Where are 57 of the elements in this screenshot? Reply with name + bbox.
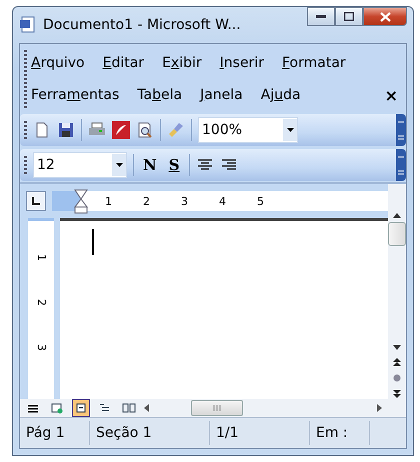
view-button[interactable] [72,399,90,417]
minimize-button[interactable] [307,7,335,26]
ruler-number: 4 [218,194,226,208]
ruler-number: 3 [180,194,188,208]
zoom-dropdown[interactable]: 100% [198,117,298,143]
print-view-icon [74,401,88,415]
menu-item[interactable]: Formatar [282,55,346,71]
menu-item[interactable]: Ferramentas [31,87,120,103]
window-title: Documento1 - Microsoft W... [43,17,241,33]
scroll-down-icon[interactable] [393,345,401,350]
previous-page-icon[interactable] [393,358,401,366]
status-text: Seção 1 [96,425,152,441]
menu-item[interactable]: Editar [102,55,144,71]
tab-stop-button[interactable] [26,191,46,211]
scroll-thumb[interactable] [388,222,406,246]
next-page-icon[interactable] [393,390,401,399]
underline-button[interactable]: S [166,153,183,177]
scroll-left-icon[interactable] [144,404,149,412]
close-icon [380,12,390,22]
menu-item[interactable]: Inserir [220,55,264,71]
minimize-icon [316,14,326,18]
ruler-number: 1 [104,194,112,208]
ruler-number: 2 [34,299,48,306]
horizontal-scroll-thumb[interactable] [191,400,243,416]
font-size-dropdown[interactable]: 12 [33,152,127,178]
close-document-button[interactable]: × [384,86,402,104]
dropdown-arrow-icon [116,163,122,167]
maximize-button[interactable] [335,7,363,26]
web-view-icon [50,401,64,415]
menu-item[interactable]: Tabela [137,87,182,103]
print-preview-icon[interactable] [136,121,154,139]
status-text: Em : [316,425,348,441]
maximize-icon [344,12,354,21]
text-cursor [92,229,94,255]
menu-item[interactable]: Arquivo [31,55,85,71]
ruler-number: 1 [34,254,48,261]
status-text: 1/1 [216,425,239,441]
ruler-number: 2 [142,194,150,208]
grip-icon [213,405,221,411]
close-button[interactable] [363,7,407,26]
status-text: Pág 1 [26,425,65,441]
menu-item[interactable]: Exibir [162,55,202,71]
toolbar-options-icon[interactable] [396,149,406,181]
indent-marker-icon[interactable] [74,189,88,215]
document-icon[interactable] [19,16,37,34]
dropdown-arrow-icon [286,128,294,132]
scroll-right-icon[interactable] [377,404,382,412]
reading-view-icon [122,401,136,415]
browse-object-icon[interactable] [393,374,401,382]
left-tab-icon [32,197,40,205]
toolbar-options-icon[interactable] [396,114,406,146]
menu-item[interactable]: Ajuda [260,87,301,103]
menu-item[interactable]: Janela [200,87,243,103]
ruler-number: 3 [34,344,48,351]
ruler-number: 5 [256,194,264,208]
bold-button[interactable]: N [140,153,160,177]
save-icon[interactable] [57,121,75,139]
